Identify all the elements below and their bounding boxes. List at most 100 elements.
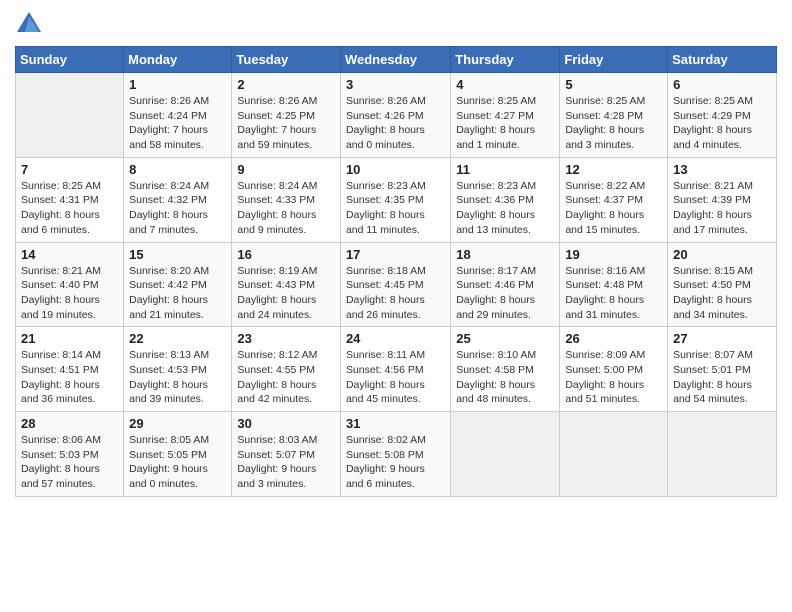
day-info: Sunrise: 8:06 AM Sunset: 5:03 PM Dayligh…	[21, 433, 118, 492]
weekday-row: SundayMondayTuesdayWednesdayThursdayFrid…	[16, 47, 777, 73]
weekday-header-friday: Friday	[560, 47, 668, 73]
calendar-cell: 4 Sunrise: 8:25 AM Sunset: 4:27 PM Daylig…	[451, 73, 560, 158]
day-number: 6	[673, 77, 771, 92]
weekday-header-monday: Monday	[124, 47, 232, 73]
day-number: 8	[129, 162, 226, 177]
day-info: Sunrise: 8:23 AM Sunset: 4:36 PM Dayligh…	[456, 179, 554, 238]
day-info: Sunrise: 8:16 AM Sunset: 4:48 PM Dayligh…	[565, 264, 662, 323]
weekday-header-saturday: Saturday	[668, 47, 777, 73]
day-number: 10	[346, 162, 445, 177]
day-number: 14	[21, 247, 118, 262]
calendar-cell: 31 Sunrise: 8:02 AM Sunset: 5:08 PM Dayli…	[340, 412, 450, 497]
weekday-header-thursday: Thursday	[451, 47, 560, 73]
day-number: 5	[565, 77, 662, 92]
calendar-cell	[16, 73, 124, 158]
calendar-cell: 15 Sunrise: 8:20 AM Sunset: 4:42 PM Dayli…	[124, 242, 232, 327]
day-number: 26	[565, 331, 662, 346]
calendar-cell: 12 Sunrise: 8:22 AM Sunset: 4:37 PM Dayli…	[560, 157, 668, 242]
calendar-cell: 13 Sunrise: 8:21 AM Sunset: 4:39 PM Dayli…	[668, 157, 777, 242]
calendar-cell: 18 Sunrise: 8:17 AM Sunset: 4:46 PM Dayli…	[451, 242, 560, 327]
day-info: Sunrise: 8:03 AM Sunset: 5:07 PM Dayligh…	[237, 433, 335, 492]
calendar-body: 1 Sunrise: 8:26 AM Sunset: 4:24 PM Daylig…	[16, 73, 777, 497]
day-number: 13	[673, 162, 771, 177]
calendar-table: SundayMondayTuesdayWednesdayThursdayFrid…	[15, 46, 777, 497]
calendar-cell	[560, 412, 668, 497]
calendar-cell: 10 Sunrise: 8:23 AM Sunset: 4:35 PM Dayli…	[340, 157, 450, 242]
calendar-cell: 21 Sunrise: 8:14 AM Sunset: 4:51 PM Dayli…	[16, 327, 124, 412]
day-info: Sunrise: 8:19 AM Sunset: 4:43 PM Dayligh…	[237, 264, 335, 323]
day-info: Sunrise: 8:10 AM Sunset: 4:58 PM Dayligh…	[456, 348, 554, 407]
calendar-cell	[451, 412, 560, 497]
day-info: Sunrise: 8:09 AM Sunset: 5:00 PM Dayligh…	[565, 348, 662, 407]
calendar-week-4: 21 Sunrise: 8:14 AM Sunset: 4:51 PM Dayli…	[16, 327, 777, 412]
calendar-week-5: 28Sunrise: 8:06 AM Sunset: 5:03 PM Dayli…	[16, 412, 777, 497]
calendar-cell: 28Sunrise: 8:06 AM Sunset: 5:03 PM Dayli…	[16, 412, 124, 497]
day-info: Sunrise: 8:24 AM Sunset: 4:32 PM Dayligh…	[129, 179, 226, 238]
weekday-header-wednesday: Wednesday	[340, 47, 450, 73]
weekday-header-tuesday: Tuesday	[232, 47, 341, 73]
calendar-cell: 2 Sunrise: 8:26 AM Sunset: 4:25 PM Daylig…	[232, 73, 341, 158]
calendar-cell: 9Sunrise: 8:24 AM Sunset: 4:33 PM Daylig…	[232, 157, 341, 242]
calendar-cell: 29 Sunrise: 8:05 AM Sunset: 5:05 PM Dayli…	[124, 412, 232, 497]
day-number: 18	[456, 247, 554, 262]
day-number: 15	[129, 247, 226, 262]
day-info: Sunrise: 8:22 AM Sunset: 4:37 PM Dayligh…	[565, 179, 662, 238]
calendar-cell: 24 Sunrise: 8:11 AM Sunset: 4:56 PM Dayli…	[340, 327, 450, 412]
day-number: 24	[346, 331, 445, 346]
day-number: 7	[21, 162, 118, 177]
header	[15, 10, 777, 38]
day-info: Sunrise: 8:05 AM Sunset: 5:05 PM Dayligh…	[129, 433, 226, 492]
page-container: SundayMondayTuesdayWednesdayThursdayFrid…	[0, 0, 792, 507]
calendar-cell: 27 Sunrise: 8:07 AM Sunset: 5:01 PM Dayli…	[668, 327, 777, 412]
day-info: Sunrise: 8:21 AM Sunset: 4:39 PM Dayligh…	[673, 179, 771, 238]
logo-icon	[15, 10, 43, 38]
day-info: Sunrise: 8:23 AM Sunset: 4:35 PM Dayligh…	[346, 179, 445, 238]
calendar-cell: 11 Sunrise: 8:23 AM Sunset: 4:36 PM Dayli…	[451, 157, 560, 242]
day-info: Sunrise: 8:24 AM Sunset: 4:33 PM Dayligh…	[237, 179, 335, 238]
day-number: 11	[456, 162, 554, 177]
calendar-cell: 30Sunrise: 8:03 AM Sunset: 5:07 PM Dayli…	[232, 412, 341, 497]
day-number: 27	[673, 331, 771, 346]
weekday-header-sunday: Sunday	[16, 47, 124, 73]
day-number: 21	[21, 331, 118, 346]
calendar-cell: 22 Sunrise: 8:13 AM Sunset: 4:53 PM Dayli…	[124, 327, 232, 412]
day-info: Sunrise: 8:25 AM Sunset: 4:31 PM Dayligh…	[21, 179, 118, 238]
day-number: 4	[456, 77, 554, 92]
calendar-week-2: 7 Sunrise: 8:25 AM Sunset: 4:31 PM Daylig…	[16, 157, 777, 242]
day-number: 31	[346, 416, 445, 431]
calendar-cell: 23Sunrise: 8:12 AM Sunset: 4:55 PM Dayli…	[232, 327, 341, 412]
day-number: 12	[565, 162, 662, 177]
day-info: Sunrise: 8:14 AM Sunset: 4:51 PM Dayligh…	[21, 348, 118, 407]
calendar-cell: 17 Sunrise: 8:18 AM Sunset: 4:45 PM Dayli…	[340, 242, 450, 327]
day-info: Sunrise: 8:25 AM Sunset: 4:28 PM Dayligh…	[565, 94, 662, 153]
day-info: Sunrise: 8:25 AM Sunset: 4:29 PM Dayligh…	[673, 94, 771, 153]
day-number: 20	[673, 247, 771, 262]
day-info: Sunrise: 8:26 AM Sunset: 4:24 PM Dayligh…	[129, 94, 226, 153]
calendar-cell: 6 Sunrise: 8:25 AM Sunset: 4:29 PM Daylig…	[668, 73, 777, 158]
day-info: Sunrise: 8:25 AM Sunset: 4:27 PM Dayligh…	[456, 94, 554, 153]
calendar-cell: 7 Sunrise: 8:25 AM Sunset: 4:31 PM Daylig…	[16, 157, 124, 242]
day-number: 16	[237, 247, 335, 262]
day-info: Sunrise: 8:18 AM Sunset: 4:45 PM Dayligh…	[346, 264, 445, 323]
day-number: 19	[565, 247, 662, 262]
day-number: 2	[237, 77, 335, 92]
day-number: 1	[129, 77, 226, 92]
day-info: Sunrise: 8:07 AM Sunset: 5:01 PM Dayligh…	[673, 348, 771, 407]
day-info: Sunrise: 8:02 AM Sunset: 5:08 PM Dayligh…	[346, 433, 445, 492]
day-number: 22	[129, 331, 226, 346]
day-info: Sunrise: 8:12 AM Sunset: 4:55 PM Dayligh…	[237, 348, 335, 407]
day-info: Sunrise: 8:11 AM Sunset: 4:56 PM Dayligh…	[346, 348, 445, 407]
calendar-cell	[668, 412, 777, 497]
day-info: Sunrise: 8:20 AM Sunset: 4:42 PM Dayligh…	[129, 264, 226, 323]
day-number: 29	[129, 416, 226, 431]
day-info: Sunrise: 8:26 AM Sunset: 4:25 PM Dayligh…	[237, 94, 335, 153]
calendar-header: SundayMondayTuesdayWednesdayThursdayFrid…	[16, 47, 777, 73]
calendar-cell: 16 Sunrise: 8:19 AM Sunset: 4:43 PM Dayli…	[232, 242, 341, 327]
calendar-week-3: 14Sunrise: 8:21 AM Sunset: 4:40 PM Dayli…	[16, 242, 777, 327]
calendar-cell: 14Sunrise: 8:21 AM Sunset: 4:40 PM Dayli…	[16, 242, 124, 327]
day-number: 17	[346, 247, 445, 262]
calendar-cell: 5 Sunrise: 8:25 AM Sunset: 4:28 PM Daylig…	[560, 73, 668, 158]
day-info: Sunrise: 8:13 AM Sunset: 4:53 PM Dayligh…	[129, 348, 226, 407]
calendar-cell: 1 Sunrise: 8:26 AM Sunset: 4:24 PM Daylig…	[124, 73, 232, 158]
day-info: Sunrise: 8:17 AM Sunset: 4:46 PM Dayligh…	[456, 264, 554, 323]
